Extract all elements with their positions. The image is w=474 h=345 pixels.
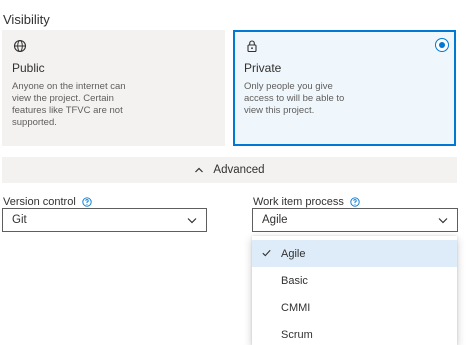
info-icon[interactable] xyxy=(350,197,360,207)
work-item-process-select[interactable]: Agile xyxy=(252,208,458,232)
private-title: Private xyxy=(244,61,282,75)
option-label: Scrum xyxy=(281,328,313,341)
chevron-up-icon xyxy=(195,167,204,173)
lock-icon xyxy=(247,40,257,53)
work-item-process-label-text: Work item process xyxy=(253,196,344,208)
work-item-process-label: Work item process xyxy=(253,196,360,208)
version-control-value: Git xyxy=(12,214,27,226)
option-label: CMMI xyxy=(281,301,311,314)
dropdown-option-cmmi[interactable]: CMMI xyxy=(252,294,457,321)
private-radio-selected[interactable] xyxy=(435,38,449,52)
work-item-process-value: Agile xyxy=(262,214,288,226)
private-description: Only people you give access to will be a… xyxy=(244,81,345,116)
globe-icon xyxy=(13,39,27,53)
visibility-option-private[interactable]: Private Only people you give access to w… xyxy=(233,30,456,146)
chevron-down-icon xyxy=(438,218,448,224)
checkmark-icon xyxy=(262,249,271,257)
public-title: Public xyxy=(12,61,45,75)
advanced-toggle[interactable]: Advanced xyxy=(2,157,457,183)
advanced-label: Advanced xyxy=(213,164,265,176)
visibility-option-public[interactable]: Public Anyone on the internet can view t… xyxy=(2,30,225,146)
info-icon[interactable] xyxy=(82,197,92,207)
chevron-down-icon xyxy=(187,218,197,224)
option-label: Basic xyxy=(281,274,308,287)
dropdown-option-basic[interactable]: Basic xyxy=(252,267,457,294)
visibility-heading: Visibility xyxy=(3,12,50,27)
version-control-label-text: Version control xyxy=(3,196,76,208)
version-control-select[interactable]: Git xyxy=(2,208,207,232)
option-label: Agile xyxy=(281,247,306,260)
create-project-panel: Visibility Public Anyone on the internet… xyxy=(0,0,474,345)
dropdown-option-agile[interactable]: Agile xyxy=(252,240,457,267)
dropdown-option-scrum[interactable]: Scrum xyxy=(252,321,457,345)
version-control-label: Version control xyxy=(3,196,92,208)
work-item-process-dropdown: Agile Basic CMMI Scrum xyxy=(252,236,457,345)
public-description: Anyone on the internet can view the proj… xyxy=(12,81,126,128)
